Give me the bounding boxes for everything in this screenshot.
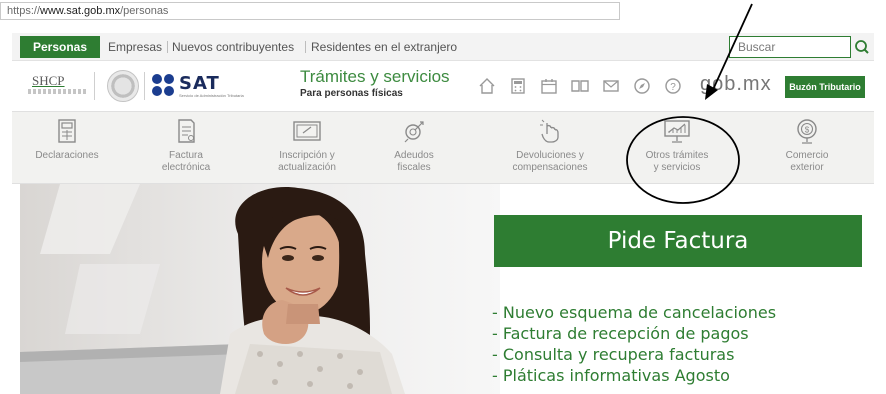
tab-empresas[interactable]: Empresas (108, 36, 162, 58)
menu-item-comercio-exterior[interactable]: $ Comercio exterior (772, 112, 842, 185)
logo-divider (144, 72, 145, 100)
sat-dots-icon (152, 74, 176, 98)
id-card-icon (293, 121, 321, 141)
calendar-icon[interactable] (539, 76, 559, 96)
menu-item-adeudos-fiscales[interactable]: Adeudos fiscales (381, 112, 447, 185)
top-navigation: Personas Empresas Nuevos contribuyentes … (12, 33, 874, 61)
book-icon[interactable] (570, 76, 590, 96)
shcp-logo[interactable]: SHCP (26, 73, 88, 97)
hero-banner[interactable]: Pide Factura - Nuevo esquema de cancelac… (20, 184, 866, 394)
list-item[interactable]: - Factura de recepción de pagos (492, 323, 776, 344)
compass-icon[interactable] (632, 76, 652, 96)
tab-residentes-extranjero[interactable]: Residentes en el extranjero (311, 36, 457, 58)
invoice-icon (178, 119, 195, 143)
page-subtitle: Para personas físicas (300, 88, 403, 99)
calculator-icon[interactable] (508, 76, 528, 96)
url-field[interactable]: https://www.sat.gob.mx/personas (0, 2, 620, 20)
gobmx-link[interactable]: gob.mx (700, 73, 772, 96)
menu-item-declaraciones[interactable]: Declaraciones (28, 112, 106, 185)
search-input[interactable]: Buscar (729, 36, 851, 58)
sat-logo[interactable]: SAT Servicio de Administración Tributari… (152, 72, 277, 100)
list-item[interactable]: - Pláticas informativas Agosto (492, 365, 776, 386)
svg-text:$: $ (805, 126, 810, 135)
hand-touch-icon (540, 119, 559, 143)
search-placeholder: Buscar (738, 40, 776, 54)
tab-nuevos-contribuyentes[interactable]: Nuevos contribuyentes (172, 36, 294, 58)
list-item[interactable]: - Consulta y recupera facturas (492, 344, 776, 365)
search-button[interactable] (852, 36, 872, 58)
brand-bar: SHCP SAT Servicio de Administración Trib… (12, 63, 874, 109)
menu-item-inscripcion[interactable]: Inscripción y actualización (264, 112, 350, 185)
mexico-seal-logo (107, 70, 139, 102)
search-icon (855, 40, 869, 54)
nav-divider (167, 41, 168, 53)
woman-photo (20, 184, 500, 394)
promo-list: - Nuevo esquema de cancelaciones - Factu… (492, 302, 776, 386)
target-arrows-icon (404, 121, 424, 143)
list-item[interactable]: - Nuevo esquema de cancelaciones (492, 302, 776, 323)
menu-item-otros-tramites[interactable]: Otros trámites y servicios (638, 112, 716, 185)
pide-factura-banner[interactable]: Pide Factura (494, 215, 862, 267)
help-icon[interactable]: ? (663, 76, 683, 96)
logo-divider (94, 72, 95, 100)
mail-icon[interactable] (601, 76, 621, 96)
menu-item-devoluciones[interactable]: Devoluciones y compensaciones (494, 112, 606, 185)
presentation-icon (664, 120, 690, 143)
home-icon[interactable] (477, 76, 497, 96)
menu-item-factura-electronica[interactable]: Factura electrónica (150, 112, 222, 185)
svg-text:?: ? (670, 82, 676, 93)
nav-divider (305, 41, 306, 53)
url-text: https://www.sat.gob.mx/personas (7, 5, 169, 17)
calculator-icon (58, 119, 76, 143)
buzon-tributario-button[interactable]: Buzón Tributario (785, 76, 865, 98)
page-title: Trámites y servicios (300, 67, 450, 86)
globe-dollar-icon: $ (797, 119, 817, 144)
tab-personas[interactable]: Personas (20, 36, 100, 58)
services-menu: Declaraciones Factura electrónica Inscrip… (12, 111, 874, 184)
browser-address-bar: https://www.sat.gob.mx/personas (0, 0, 886, 22)
